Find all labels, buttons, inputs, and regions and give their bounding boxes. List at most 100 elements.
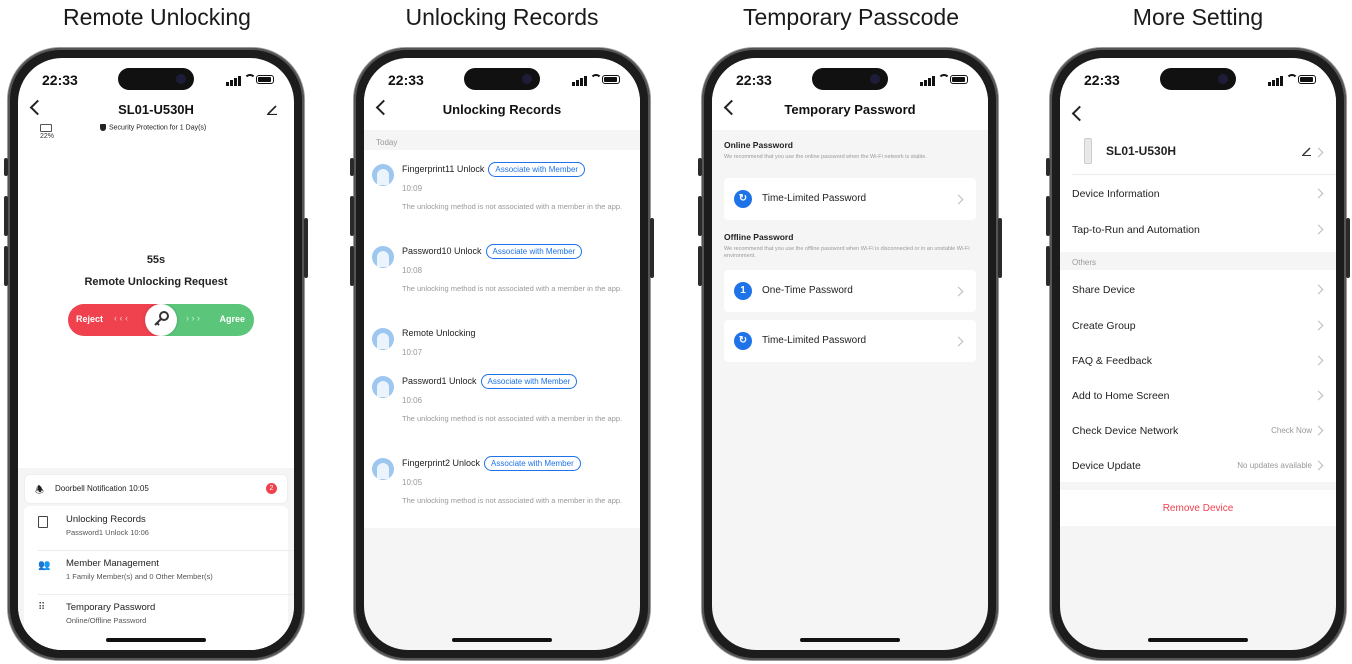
notification-badge: 2: [266, 483, 277, 494]
record-time: 10:07: [402, 348, 423, 357]
user-avatar-icon: [372, 328, 394, 350]
row-label: Check Device Network: [1072, 425, 1179, 437]
record-item[interactable]: Password1 Unlock Associate with Member 10…: [364, 370, 640, 450]
menu-sub: 1 Family Member(s) and 0 Other Member(s): [66, 572, 213, 581]
screen-unlocking-records: 22:33 Unlocking Records Today Fingerprin…: [364, 58, 640, 650]
check-now-value: Check Now: [1271, 426, 1312, 435]
menu-temporary-password[interactable]: ⠿ Temporary Password Online/Offline Pass…: [38, 598, 278, 638]
online-desc: We recommend that you use the online pas…: [724, 154, 927, 160]
lock-device-icon: [1084, 138, 1092, 164]
row-device-update[interactable]: Device Update No updates available: [1060, 448, 1336, 482]
menu-sub: Online/Offline Password: [66, 616, 147, 625]
record-time: 10:05: [402, 478, 423, 487]
record-time: 10:08: [402, 266, 423, 275]
row-add-to-home[interactable]: Add to Home Screen: [1060, 378, 1336, 412]
menu-member-management[interactable]: 👥 Member Management 1 Family Member(s) a…: [38, 554, 278, 594]
back-icon[interactable]: [1071, 105, 1088, 122]
agree-label: Agree: [219, 314, 245, 324]
chevron-right-icon: [1313, 425, 1324, 436]
chevron-right-icon: [953, 286, 964, 297]
members-icon: 👥: [38, 560, 51, 571]
agree-arrows: › › ›: [186, 313, 200, 323]
chevron-right-icon: [1313, 390, 1324, 401]
row-label: Time-Limited Password: [762, 193, 867, 204]
phone-temporary-password: 22:33 Temporary Password Online Password…: [698, 48, 1002, 660]
row-label: Device Update: [1072, 460, 1141, 472]
edit-icon[interactable]: [1302, 146, 1312, 156]
offline-header: Offline Password: [724, 232, 794, 242]
device-header[interactable]: SL01-U530H: [1060, 134, 1336, 174]
screen-temporary-password: 22:33 Temporary Password Online Password…: [712, 58, 988, 650]
key-icon: [154, 311, 169, 326]
home-indicator: [800, 638, 900, 642]
remove-device-button[interactable]: Remove Device: [1060, 490, 1336, 526]
associate-button[interactable]: Associate with Member: [480, 374, 578, 389]
row-label: Device Information: [1072, 188, 1160, 200]
record-name: Password1 Unlock: [402, 375, 477, 386]
record-item[interactable]: Remote Unlocking 10:07: [364, 322, 640, 366]
row-share-device[interactable]: Share Device: [1060, 272, 1336, 306]
shield-icon: [100, 124, 106, 131]
one-time-password-row[interactable]: 1 One-Time Password: [724, 270, 976, 312]
chevron-right-icon: [1313, 320, 1324, 331]
row-label: Time-Limited Password: [762, 335, 867, 346]
record-item[interactable]: Fingerprint2 Unlock Associate with Member…: [364, 452, 640, 532]
menu-title: Temporary Password: [66, 602, 156, 613]
edit-icon[interactable]: [267, 102, 278, 116]
record-item[interactable]: Fingerprint11 Unlock Associate with Membe…: [364, 158, 640, 238]
row-label: Tap-to-Run and Automation: [1072, 224, 1200, 236]
chevron-right-icon: [1313, 355, 1324, 366]
record-note: The unlocking method is not associated w…: [402, 284, 623, 293]
offline-desc: We recommend that you use the offline pa…: [724, 246, 970, 259]
chevron-right-icon: [1313, 224, 1324, 235]
countdown: 55s: [146, 254, 166, 266]
request-title: Remote Unlocking Request: [84, 276, 228, 288]
menu-title: Unlocking Records: [66, 514, 146, 525]
reject-arrows: ‹ ‹ ‹: [114, 313, 128, 323]
row-device-information[interactable]: Device Information: [1060, 176, 1336, 210]
section-today: Today: [376, 138, 398, 147]
status-icons: [226, 74, 274, 86]
associate-button[interactable]: Associate with Member: [484, 456, 581, 471]
row-check-network[interactable]: Check Device Network Check Now: [1060, 413, 1336, 447]
caption-unlocking-records: Unlocking Records: [405, 4, 599, 30]
chevron-right-icon: [953, 336, 964, 347]
list-icon: [38, 516, 48, 528]
remove-label: Remove Device: [1162, 503, 1234, 514]
record-item[interactable]: Password10 Unlock Associate with Member 1…: [364, 240, 640, 320]
refresh-icon: ↻: [734, 332, 752, 350]
page-title: Unlocking Records: [442, 102, 562, 117]
doorbell-card[interactable]: 🕭 Doorbell Notification 10:05 2: [24, 474, 288, 504]
device-name: SL01-U530H: [1106, 144, 1177, 158]
row-label: One-Time Password: [762, 285, 853, 296]
chevron-right-icon: [1313, 188, 1324, 199]
home-indicator: [1148, 638, 1248, 642]
row-create-group[interactable]: Create Group: [1060, 308, 1336, 342]
speaker-icon: 🕭: [35, 485, 44, 496]
unlock-slider[interactable]: Reject ‹ ‹ ‹ › › › Agree: [68, 304, 254, 336]
record-name: Fingerprint2 Unlock: [402, 457, 481, 468]
status-time: 22:33: [388, 72, 424, 88]
online-time-limited-row[interactable]: ↻ Time-Limited Password: [724, 178, 976, 220]
caption-remote-unlocking: Remote Unlocking: [63, 4, 251, 30]
user-avatar-icon: [372, 458, 394, 480]
record-name: Remote Unlocking: [402, 328, 476, 338]
row-tap-to-run[interactable]: Tap-to-Run and Automation: [1060, 212, 1336, 246]
phone-more-setting: 22:33 SL01-U530H Device Information Tap-…: [1046, 48, 1350, 660]
screen-more-setting: 22:33 SL01-U530H Device Information Tap-…: [1060, 58, 1336, 650]
menu-title: Member Management: [66, 558, 159, 569]
offline-time-limited-row[interactable]: ↻ Time-Limited Password: [724, 320, 976, 362]
status-time: 22:33: [42, 72, 78, 88]
record-time: 10:09: [402, 184, 423, 193]
key-handle[interactable]: [145, 304, 177, 336]
row-label: Share Device: [1072, 284, 1136, 296]
menu-unlocking-records[interactable]: Unlocking Records Password1 Unlock 10:06: [38, 510, 278, 550]
associate-button[interactable]: Associate with Member: [488, 162, 586, 177]
online-header: Online Password: [724, 140, 793, 150]
caption-temporary-passcode: Temporary Passcode: [742, 4, 960, 30]
record-name: Fingerprint11 Unlock: [402, 163, 485, 174]
row-label: FAQ & Feedback: [1072, 355, 1152, 367]
associate-button[interactable]: Associate with Member: [485, 244, 583, 259]
keypad-icon: ⠿: [38, 602, 45, 613]
row-faq-feedback[interactable]: FAQ & Feedback: [1060, 343, 1336, 377]
